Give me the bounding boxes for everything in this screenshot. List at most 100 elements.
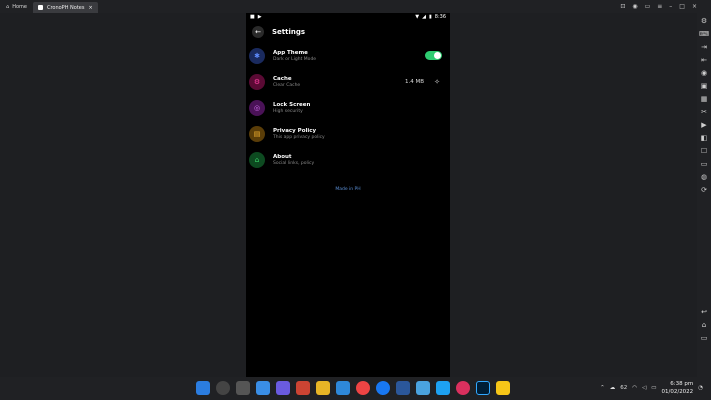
widgets-icon[interactable]	[256, 381, 270, 395]
item-title: Privacy Policy	[273, 127, 317, 134]
made-in-footer: Made in PH	[335, 187, 361, 192]
wifi-tray-icon[interactable]: ◠	[632, 385, 637, 391]
item-title: App Theme	[273, 49, 308, 56]
window-controls: ⊡ ◉ ▭ ≡ – □ ×	[620, 0, 697, 13]
policy-icon: ▤	[249, 126, 265, 142]
settings-item-app-theme[interactable]: ✱ App Theme Dark or Light Mode	[246, 43, 450, 69]
folder-icon[interactable]: ▭	[699, 159, 709, 169]
theme-toggle[interactable]	[425, 51, 442, 60]
battery-tray-icon[interactable]: ▭	[651, 385, 656, 391]
weather-icon: ☁	[609, 385, 616, 391]
cache-size: 1.4 MB	[404, 79, 424, 85]
gamepad-icon[interactable]: ⊡	[620, 3, 625, 10]
snipping-icon[interactable]	[296, 381, 310, 395]
app-tab-label: CronoPH Notes	[46, 4, 85, 11]
export-icon[interactable]: ⇤	[699, 55, 709, 65]
temperature: 62	[620, 385, 628, 391]
clear-cache-icon[interactable]: ✧	[434, 78, 440, 86]
fingerprint-icon: ◎	[249, 100, 265, 116]
home-tab[interactable]: ⌂ Home	[0, 0, 33, 13]
video-icon[interactable]: ▶	[699, 120, 709, 130]
emulator-title-bar: ⌂ Home CronoPH Notes × ⊡ ◉ ▭ ≡ – □ ×	[0, 0, 711, 13]
cut-icon[interactable]: ✂	[699, 107, 709, 117]
taskbar-icons	[196, 381, 510, 395]
page-title: Settings	[272, 28, 306, 36]
maximize-icon[interactable]: □	[679, 3, 685, 10]
item-subtitle: Social links, policy	[273, 160, 315, 166]
emulator-sidebar: ⚙ ⌨ ⇥ ⇤ ◉ ▣ ▦ ✂ ▶ ◧ ☐ ▭ ◍ ⟳ ↩ ⌂ ▭	[697, 13, 711, 377]
app-tab[interactable]: CronoPH Notes ×	[32, 2, 98, 13]
wifi-icon: ▼	[415, 14, 420, 20]
keyboard-icon[interactable]: ⌨	[699, 29, 709, 39]
settings-item-lock-screen[interactable]: ◎ Lock Screen High security	[246, 95, 450, 121]
photoshop-icon[interactable]	[476, 381, 490, 395]
back-button[interactable]: ←	[252, 26, 264, 38]
system-tray: ⌃ ☁ 62 ◠ ◁ ▭ 6:38 pm 01/02/2022 ◔	[600, 380, 703, 396]
item-title: Lock Screen	[273, 101, 311, 108]
account-icon[interactable]: ◉	[632, 3, 637, 10]
taskbar-search-icon[interactable]	[216, 381, 230, 395]
clock-time: 6:38 pm	[670, 381, 694, 387]
item-subtitle: Clear Cache	[273, 82, 301, 88]
clock-date: 01/02/2022	[661, 389, 694, 395]
speaker-icon[interactable]: ◁	[642, 385, 646, 391]
store-icon[interactable]	[336, 381, 350, 395]
notification-icon: ■	[250, 14, 255, 20]
status-time: 8:36	[434, 14, 446, 20]
home-tab-label: Home	[12, 3, 27, 10]
settings-item-privacy-policy[interactable]: ▤ Privacy Policy This app privacy policy	[246, 121, 450, 147]
cache-icon: ⚙	[249, 74, 265, 90]
apk-icon[interactable]: ▦	[699, 94, 709, 104]
item-subtitle: High security	[273, 108, 303, 114]
item-title: Cache	[273, 75, 292, 82]
volume-icon[interactable]: ◧	[699, 133, 709, 143]
item-title: About	[273, 153, 292, 160]
windows-taskbar: ⌃ ☁ 62 ◠ ◁ ▭ 6:38 pm 01/02/2022 ◔	[0, 377, 711, 400]
emulator-taskbar-icon[interactable]	[496, 381, 510, 395]
menu-icon[interactable]: ≡	[657, 3, 662, 10]
task-view-icon[interactable]	[236, 381, 250, 395]
facebook-icon[interactable]	[376, 381, 390, 395]
minimize-icon[interactable]: –	[669, 3, 672, 10]
app-icon[interactable]	[436, 381, 450, 395]
back-arrow-icon: ←	[255, 28, 261, 36]
tab-close-icon[interactable]: ×	[88, 5, 92, 11]
rotate-icon[interactable]: ⟳	[699, 185, 709, 195]
import-icon[interactable]: ⇥	[699, 42, 709, 52]
home-nav-icon[interactable]: ⌂	[699, 320, 709, 330]
bookmark-icon[interactable]: ▭	[645, 3, 651, 10]
status-bar: ■ ▶ ▼ ◢ ▮ 8:36	[246, 13, 450, 21]
chat-icon[interactable]	[276, 381, 290, 395]
location-icon[interactable]: ◍	[699, 172, 709, 182]
app-tab-icon	[37, 5, 43, 10]
settings-item-cache[interactable]: ⚙ Cache Clear Cache 1.4 MB ✧	[246, 69, 450, 95]
screenshot-icon[interactable]: ▣	[699, 81, 709, 91]
emulator-stage: ■ ▶ ▼ ◢ ▮ 8:36 ← Settings ✱ App Theme Da…	[0, 13, 697, 377]
record-icon[interactable]: ◉	[699, 68, 709, 78]
file-explorer-icon[interactable]	[316, 381, 330, 395]
battery-icon: ▮	[429, 14, 432, 20]
shake-icon[interactable]: ☐	[699, 146, 709, 156]
recents-nav-icon[interactable]: ▭	[699, 333, 709, 343]
settings-header: ← Settings	[246, 21, 450, 43]
start-icon[interactable]	[196, 381, 210, 395]
media-icon: ▶	[257, 14, 262, 20]
chrome-icon[interactable]	[356, 381, 370, 395]
clock[interactable]: 6:38 pm 01/02/2022	[661, 380, 693, 396]
notifications-icon[interactable]: ◔	[698, 385, 703, 391]
item-subtitle: This app privacy policy	[273, 134, 325, 140]
word-icon[interactable]	[396, 381, 410, 395]
settings-item-about[interactable]: ⌂ About Social links, policy	[246, 147, 450, 173]
bluetooth-icon: ✱	[249, 48, 265, 64]
messenger-icon[interactable]	[456, 381, 470, 395]
close-window-icon[interactable]: ×	[692, 3, 697, 10]
signal-icon: ◢	[422, 14, 426, 20]
back-nav-icon[interactable]: ↩	[699, 307, 709, 317]
notepad-icon[interactable]	[416, 381, 430, 395]
item-subtitle: Dark or Light Mode	[273, 56, 317, 62]
chevron-up-icon[interactable]: ⌃	[600, 385, 605, 391]
settings-icon[interactable]: ⚙	[699, 16, 709, 26]
about-icon: ⌂	[249, 152, 265, 168]
home-icon: ⌂	[6, 3, 10, 10]
phone-screen: ■ ▶ ▼ ◢ ▮ 8:36 ← Settings ✱ App Theme Da…	[246, 13, 450, 377]
